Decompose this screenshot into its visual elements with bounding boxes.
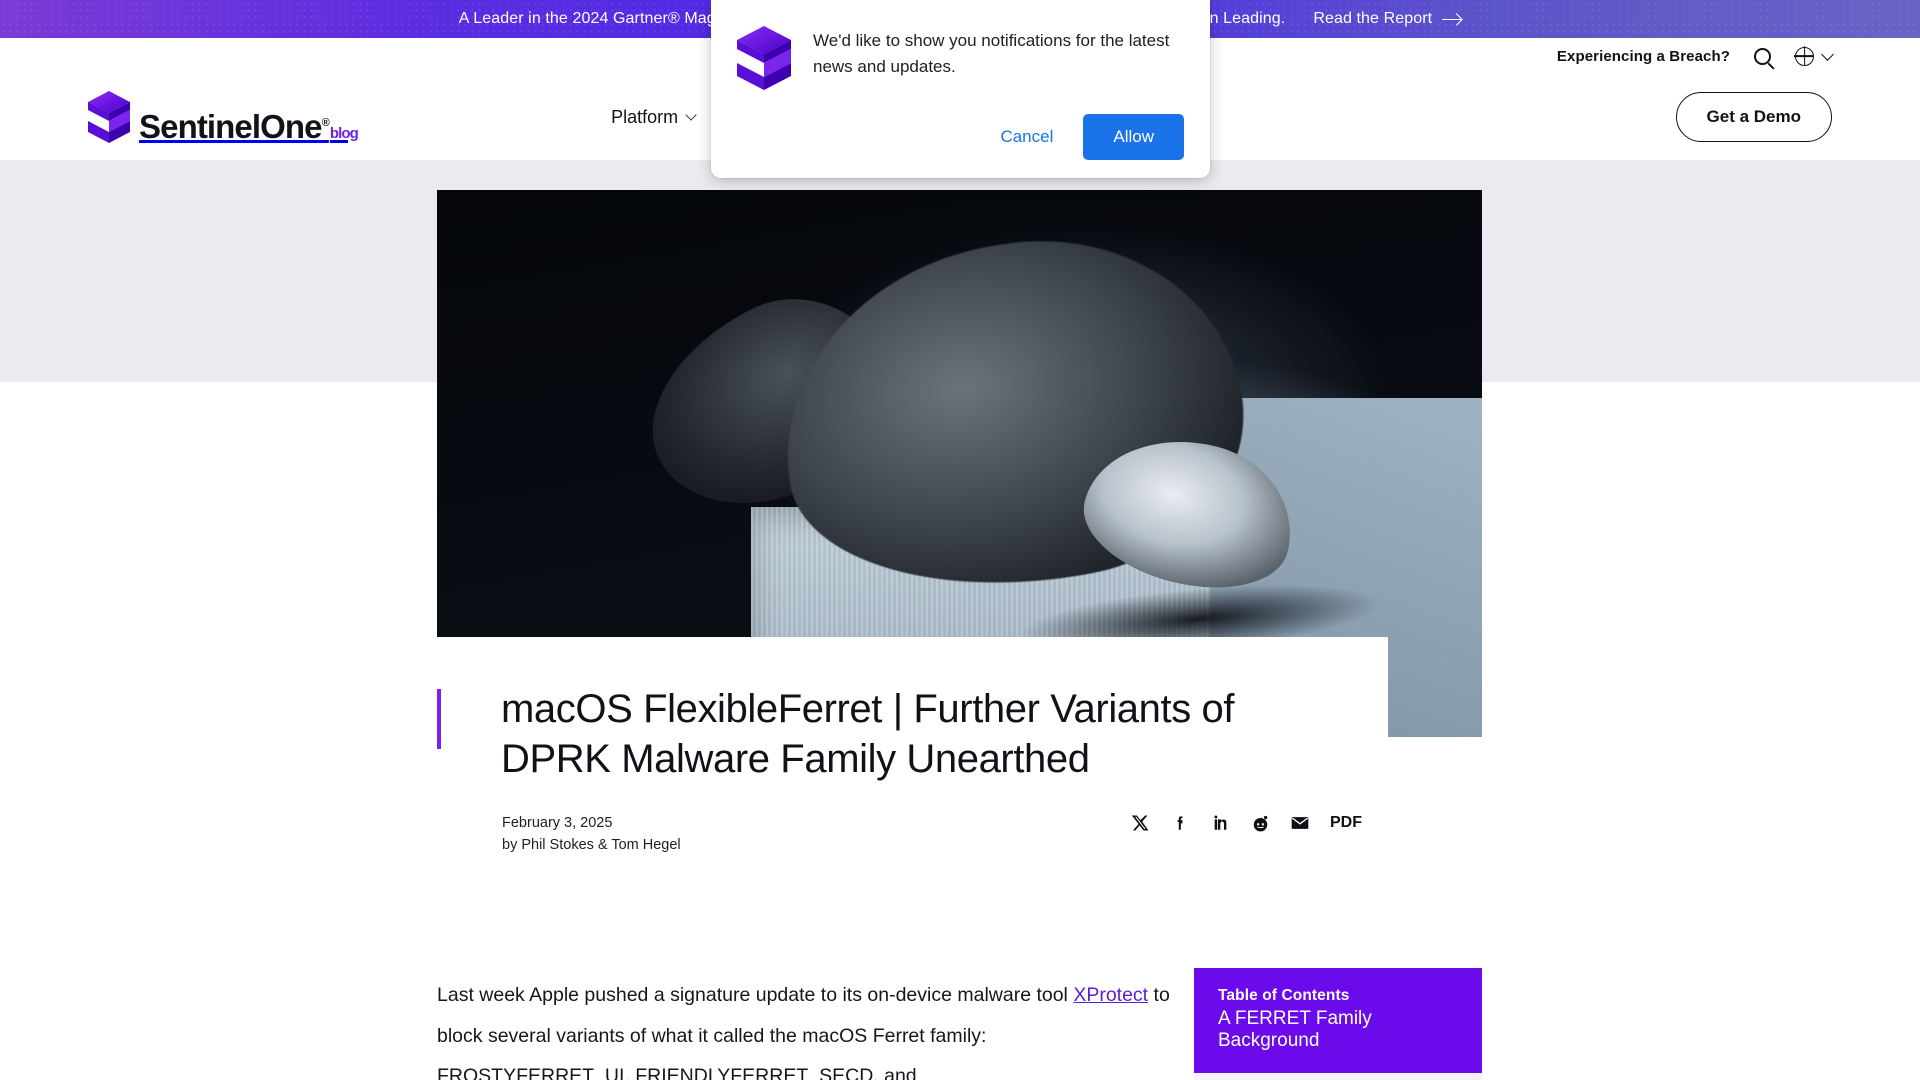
notification-message: We'd like to show you notifications for … (813, 31, 1170, 76)
logo-wordmark: SentinelOne®blog (139, 108, 359, 145)
chevron-down-icon (685, 108, 697, 121)
chevron-down-icon (1821, 47, 1834, 61)
search-button[interactable] (1754, 47, 1771, 65)
post-byline: by Phil Stokes & Tom Hegel (502, 836, 681, 853)
nav-label: Platform (611, 106, 679, 127)
x-twitter-icon[interactable] (1130, 813, 1150, 833)
article-body: Last week Apple pushed a signature updat… (437, 975, 1177, 1080)
promo-banner-text: A Leader in the 2024 Gartner® Magic Quad… (458, 10, 1286, 27)
post-title-card: macOS FlexibleFerret | Further Variants … (437, 637, 1388, 912)
sentinelone-blog-logo[interactable]: SentinelOne®blog (88, 91, 359, 145)
experiencing-a-breach-link[interactable]: Experiencing a Breach? (1557, 48, 1730, 65)
pdf-download-link[interactable]: PDF (1330, 814, 1362, 832)
toc-header: Table of Contents A FERRET Family Backgr… (1194, 968, 1482, 1073)
page-title: macOS FlexibleFerret | Further Variants … (501, 687, 1235, 781)
cancel-button[interactable]: Cancel (980, 116, 1073, 158)
facebook-icon[interactable] (1170, 813, 1190, 833)
post-meta-row: February 3, 2025 by Phil Stokes & Tom He… (502, 813, 1362, 857)
nav-item-platform[interactable]: Platform (611, 106, 697, 128)
arrow-right-icon (1442, 14, 1462, 25)
promo-read-report-label: Read the Report (1313, 10, 1433, 27)
search-icon (1754, 47, 1771, 65)
linkedin-icon[interactable] (1210, 813, 1230, 833)
notification-actions: Cancel Allow (737, 114, 1184, 178)
xprotect-link[interactable]: XProtect (1073, 984, 1148, 1006)
share-row: PDF (1130, 813, 1362, 833)
allow-button[interactable]: Allow (1083, 114, 1184, 160)
sentinelone-logo-icon (88, 91, 130, 143)
globe-icon (1795, 46, 1814, 66)
page-root: A Leader in the 2024 Gartner® Magic Quad… (0, 0, 1920, 1080)
table-of-contents: Table of Contents A FERRET Family Backgr… (1194, 968, 1482, 1080)
article-paragraph: Last week Apple pushed a signature updat… (437, 975, 1177, 1080)
title-accent-bar (437, 689, 441, 749)
email-icon[interactable] (1290, 813, 1310, 833)
toc-list: A FERRET Family Background (1194, 1073, 1482, 1080)
post-meta-left: February 3, 2025 by Phil Stokes & Tom He… (502, 813, 681, 857)
language-selector[interactable] (1795, 46, 1834, 66)
reddit-icon[interactable] (1250, 813, 1270, 833)
article-text: Last week Apple pushed a signature updat… (437, 984, 1074, 1006)
sentinelone-logo-icon (737, 26, 791, 90)
get-a-demo-button[interactable]: Get a Demo (1675, 92, 1832, 142)
promo-read-report-link[interactable]: Read the Report (1313, 10, 1462, 28)
post-date: February 3, 2025 (502, 815, 613, 831)
notification-content: We'd like to show you notifications for … (737, 24, 1184, 90)
toc-heading: Table of Contents (1218, 987, 1350, 1004)
toc-current-section: A FERRET Family Background (1218, 1008, 1372, 1051)
